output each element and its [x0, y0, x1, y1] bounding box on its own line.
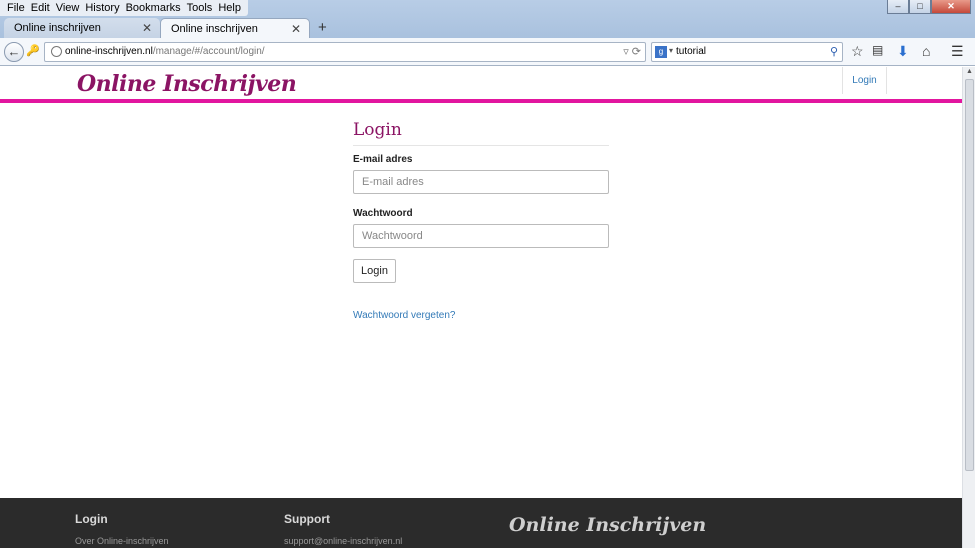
search-icon[interactable]: ⚲: [830, 45, 838, 58]
login-button[interactable]: Login: [353, 259, 396, 283]
footer-heading: Support: [284, 512, 330, 526]
page-title: Login: [353, 120, 609, 146]
menu-bar: File Edit View History Bookmarks Tools H…: [0, 0, 248, 16]
navigation-toolbar: ← 🔑 online-inschrijven.nl/manage/#/accou…: [0, 38, 975, 66]
footer-login-column: Login Over Online-inschrijven: [75, 512, 169, 546]
site-header: Online Inschrijven Login: [0, 67, 962, 103]
footer-heading: Login: [75, 512, 108, 526]
page-scrollbar[interactable]: ▲: [962, 67, 975, 548]
new-tab-button[interactable]: +: [318, 18, 327, 38]
password-field[interactable]: [353, 224, 609, 248]
scrollbar-thumb[interactable]: [965, 79, 974, 471]
url-text: online-inschrijven.nl/manage/#/account/l…: [65, 46, 265, 57]
search-bar[interactable]: g ▾ tutorial ⚲: [651, 42, 843, 62]
web-page: Online Inschrijven Login Login E-mail ad…: [0, 67, 962, 548]
bookmark-star-icon[interactable]: ☆: [851, 43, 864, 60]
reload-icon[interactable]: ▿ ⟳: [623, 45, 641, 58]
email-field[interactable]: [353, 170, 609, 194]
minimize-icon[interactable]: –: [887, 0, 909, 14]
close-window-icon[interactable]: ✕: [931, 0, 971, 14]
home-icon[interactable]: ⌂: [922, 43, 930, 59]
scroll-up-icon[interactable]: ▲: [966, 68, 973, 75]
login-form: Login E-mail adres Wachtwoord Login Wach…: [353, 120, 609, 321]
footer-support-email[interactable]: support@online-inschrijven.nl: [284, 536, 402, 546]
google-engine-icon[interactable]: g: [655, 46, 667, 58]
tab-strip: Online inschrijven ✕ Online inschrijven …: [0, 18, 975, 38]
tab-1[interactable]: Online inschrijven ✕: [4, 18, 160, 38]
email-label: E-mail adres: [353, 154, 413, 165]
url-host: online-inschrijven.nl: [65, 46, 153, 57]
site-logo[interactable]: Online Inschrijven: [77, 71, 297, 97]
engine-dropdown-icon[interactable]: ▾: [669, 46, 673, 55]
address-bar[interactable]: online-inschrijven.nl/manage/#/account/l…: [44, 42, 646, 62]
footer-support-column: Support support@online-inschrijven.nl: [284, 512, 402, 546]
menu-tools[interactable]: Tools: [184, 0, 216, 16]
password-label: Wachtwoord: [353, 208, 413, 219]
footer-logo: Online Inschrijven: [509, 514, 707, 536]
menu-history[interactable]: History: [82, 0, 122, 16]
tab-title: Online inschrijven: [14, 22, 101, 34]
url-path: /manage/#/account/login/: [152, 46, 265, 57]
nav-login-link[interactable]: Login: [842, 67, 887, 94]
forgot-password-link[interactable]: Wachtwoord vergeten?: [353, 310, 609, 321]
menu-hamburger-icon[interactable]: ☰: [951, 43, 964, 60]
menu-help[interactable]: Help: [215, 0, 244, 16]
search-query: tutorial: [676, 46, 707, 57]
tab-title: Online inschrijven: [171, 23, 258, 35]
download-arrow-icon[interactable]: ⬇: [897, 43, 909, 60]
footer-about-link[interactable]: Over Online-inschrijven: [75, 536, 169, 546]
window-controls: – □ ✕: [887, 0, 971, 14]
globe-icon: [51, 46, 62, 57]
close-tab-icon[interactable]: ✕: [142, 18, 152, 38]
site-footer: Login Over Online-inschrijven Support su…: [0, 498, 962, 548]
menu-bookmarks[interactable]: Bookmarks: [123, 0, 184, 16]
site-identity-icon[interactable]: 🔑: [26, 44, 40, 57]
browser-titlebar: File Edit View History Bookmarks Tools H…: [0, 0, 975, 38]
bookmarks-list-icon[interactable]: ▤: [872, 43, 883, 57]
tab-2-active[interactable]: Online inschrijven ✕: [160, 18, 310, 38]
back-arrow-icon[interactable]: ←: [4, 42, 24, 62]
menu-edit[interactable]: Edit: [28, 0, 53, 16]
menu-view[interactable]: View: [53, 0, 83, 16]
close-tab-icon[interactable]: ✕: [291, 19, 301, 39]
menu-file[interactable]: File: [4, 0, 28, 16]
restore-icon[interactable]: □: [909, 0, 931, 14]
